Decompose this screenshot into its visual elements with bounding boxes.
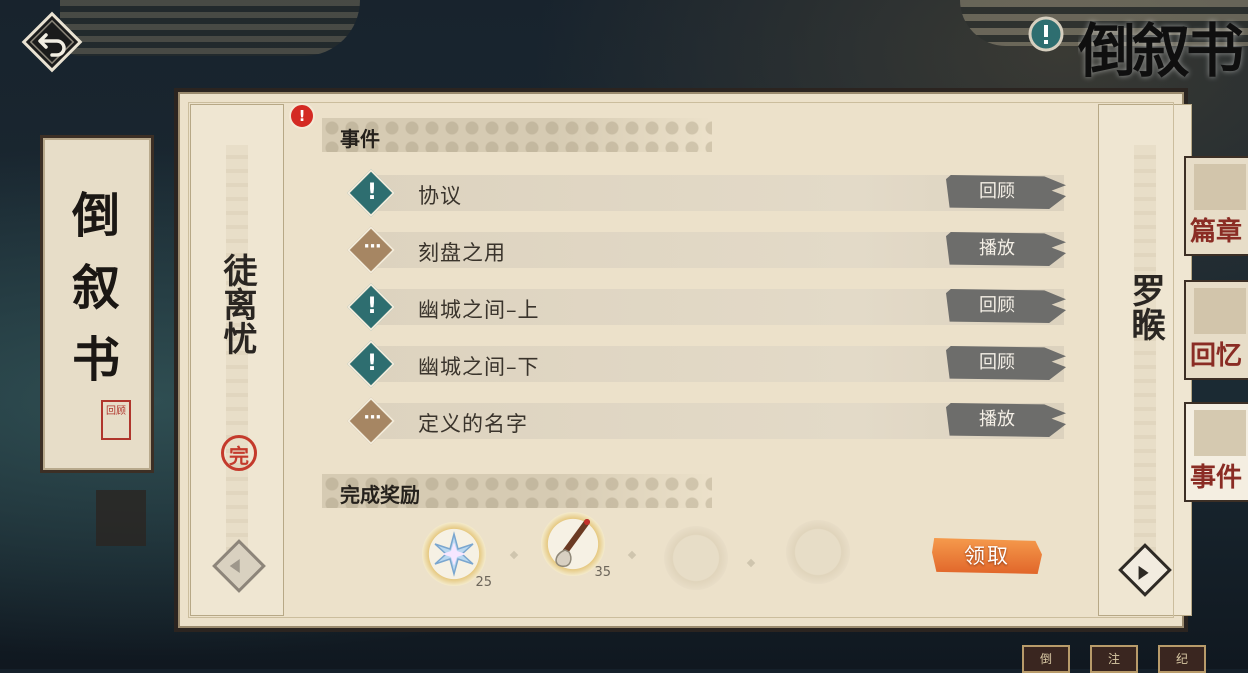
- event-label: 刻盘之用: [418, 241, 506, 265]
- tab-memories[interactable]: 回忆: [1184, 280, 1248, 380]
- event-label: 幽城之间–上: [418, 298, 540, 322]
- arrow-left-icon: [229, 559, 240, 573]
- icon-glyph: ···: [363, 407, 382, 428]
- tab-label: 事件: [1190, 463, 1243, 493]
- exclamation-icon: [1028, 16, 1064, 52]
- icon-glyph: !: [366, 180, 378, 205]
- events-heading: 事件: [322, 118, 712, 152]
- tab-label: 回忆: [1190, 341, 1243, 371]
- event-row[interactable]: ! 协议 回顾: [346, 168, 1068, 218]
- seal-stamp: 回顾: [101, 400, 131, 440]
- right-character-column: 罗睺: [1098, 104, 1192, 616]
- separator-dot: [627, 550, 637, 560]
- lantern-decoration: [96, 490, 146, 546]
- back-button[interactable]: [20, 10, 84, 74]
- tab-label: 篇章: [1190, 217, 1243, 247]
- title-scroll-banner: 倒叙书 回顾: [40, 135, 154, 473]
- left-character-column: ! 徒离忧 完: [190, 103, 315, 616]
- bottom-tab-label: 倒: [1039, 652, 1052, 666]
- tab-chapters[interactable]: 篇章: [1184, 156, 1248, 256]
- next-character-button[interactable]: [1118, 543, 1172, 597]
- event-label: 协议: [418, 184, 462, 208]
- review-button[interactable]: 回顾: [946, 289, 1066, 323]
- event-row[interactable]: ! 幽城之间–下 回顾: [346, 339, 1068, 389]
- event-label: 定义的名字: [418, 412, 528, 436]
- separator-dot: [509, 550, 519, 560]
- page-title: 倒叙书: [1078, 17, 1244, 85]
- char-name-text: 徒离忧: [217, 253, 257, 355]
- event-label: 幽城之间–下: [418, 355, 540, 379]
- reward-count: 25: [475, 575, 492, 590]
- empty-slot-icon: [786, 520, 850, 584]
- char-name-text: 罗睺: [1125, 273, 1165, 341]
- bottom-tab-label: 注: [1107, 652, 1120, 666]
- event-row[interactable]: ··· 刻盘之用 播放: [346, 225, 1068, 275]
- review-button[interactable]: 回顾: [946, 175, 1066, 209]
- events-heading-label: 事件: [340, 127, 380, 151]
- scroll-icon: [1194, 410, 1246, 456]
- icon-glyph: ···: [363, 236, 382, 257]
- reward-item[interactable]: 35: [541, 512, 611, 580]
- bottom-tab-label: 纪: [1175, 652, 1188, 666]
- right-character-name: 罗睺: [1099, 273, 1191, 341]
- scroll-title: 倒叙书: [71, 188, 120, 388]
- icon-glyph: !: [366, 294, 378, 319]
- arrow-right-icon: [1138, 565, 1149, 580]
- prev-character-button[interactable]: [212, 539, 266, 593]
- event-row[interactable]: ··· 定义的名字 播放: [346, 396, 1068, 446]
- play-button[interactable]: 播放: [946, 232, 1066, 266]
- empty-slot-icon: [664, 526, 728, 590]
- cloud-icon: [1194, 288, 1246, 334]
- event-row[interactable]: ! 幽城之间–上 回顾: [346, 282, 1068, 332]
- rewards-heading: 完成奖励: [322, 474, 712, 508]
- book-icon: [1194, 164, 1246, 210]
- review-button[interactable]: 回顾: [946, 346, 1066, 380]
- left-character-name: 徒离忧: [191, 253, 283, 355]
- back-arrow-icon: [21, 11, 83, 73]
- cloud-decoration: [60, 0, 360, 56]
- icon-glyph: !: [366, 351, 378, 376]
- tab-events[interactable]: 事件: [1184, 402, 1248, 502]
- complete-stamp: 完: [221, 435, 257, 471]
- help-button[interactable]: [1028, 16, 1064, 52]
- claim-button[interactable]: 领取: [932, 538, 1042, 574]
- separator-dot: [746, 558, 756, 568]
- fret-pattern: [1134, 145, 1156, 575]
- reward-item[interactable]: 25: [422, 522, 492, 590]
- story-panel: ! 徒离忧 完 罗睺 事件 ! 协议 回顾 ··· 刻盘之用 播放 ! 幽城之间…: [178, 92, 1192, 628]
- fret-pattern: [226, 145, 248, 575]
- play-button[interactable]: 播放: [946, 403, 1066, 437]
- reward-count: 35: [594, 565, 611, 580]
- rewards-heading-label: 完成奖励: [340, 483, 420, 507]
- alert-badge: !: [289, 103, 315, 129]
